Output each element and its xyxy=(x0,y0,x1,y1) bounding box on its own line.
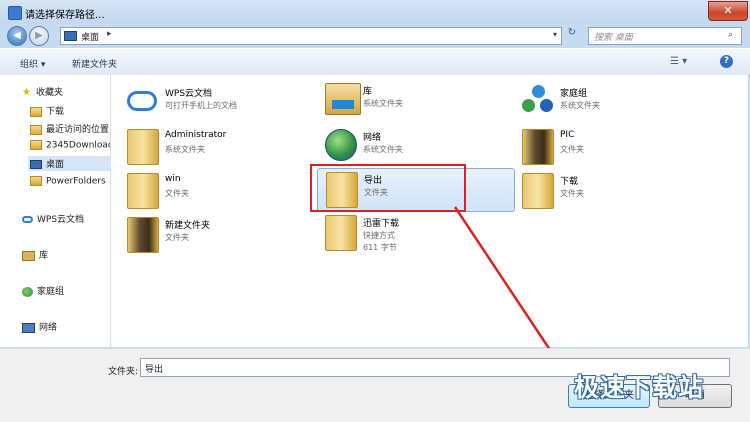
folder-label: 文件夹: xyxy=(108,367,139,377)
folder-input-value: 导出 xyxy=(145,365,164,375)
dialog-window: 请选择保存路径... ✕ ◀ ▶ 桌面 ▸ ▾ ↻ 搜索 桌面 ⌕ 组织 ▾ 新… xyxy=(0,0,750,422)
watermark-text: 极速下载站 xyxy=(574,373,705,402)
